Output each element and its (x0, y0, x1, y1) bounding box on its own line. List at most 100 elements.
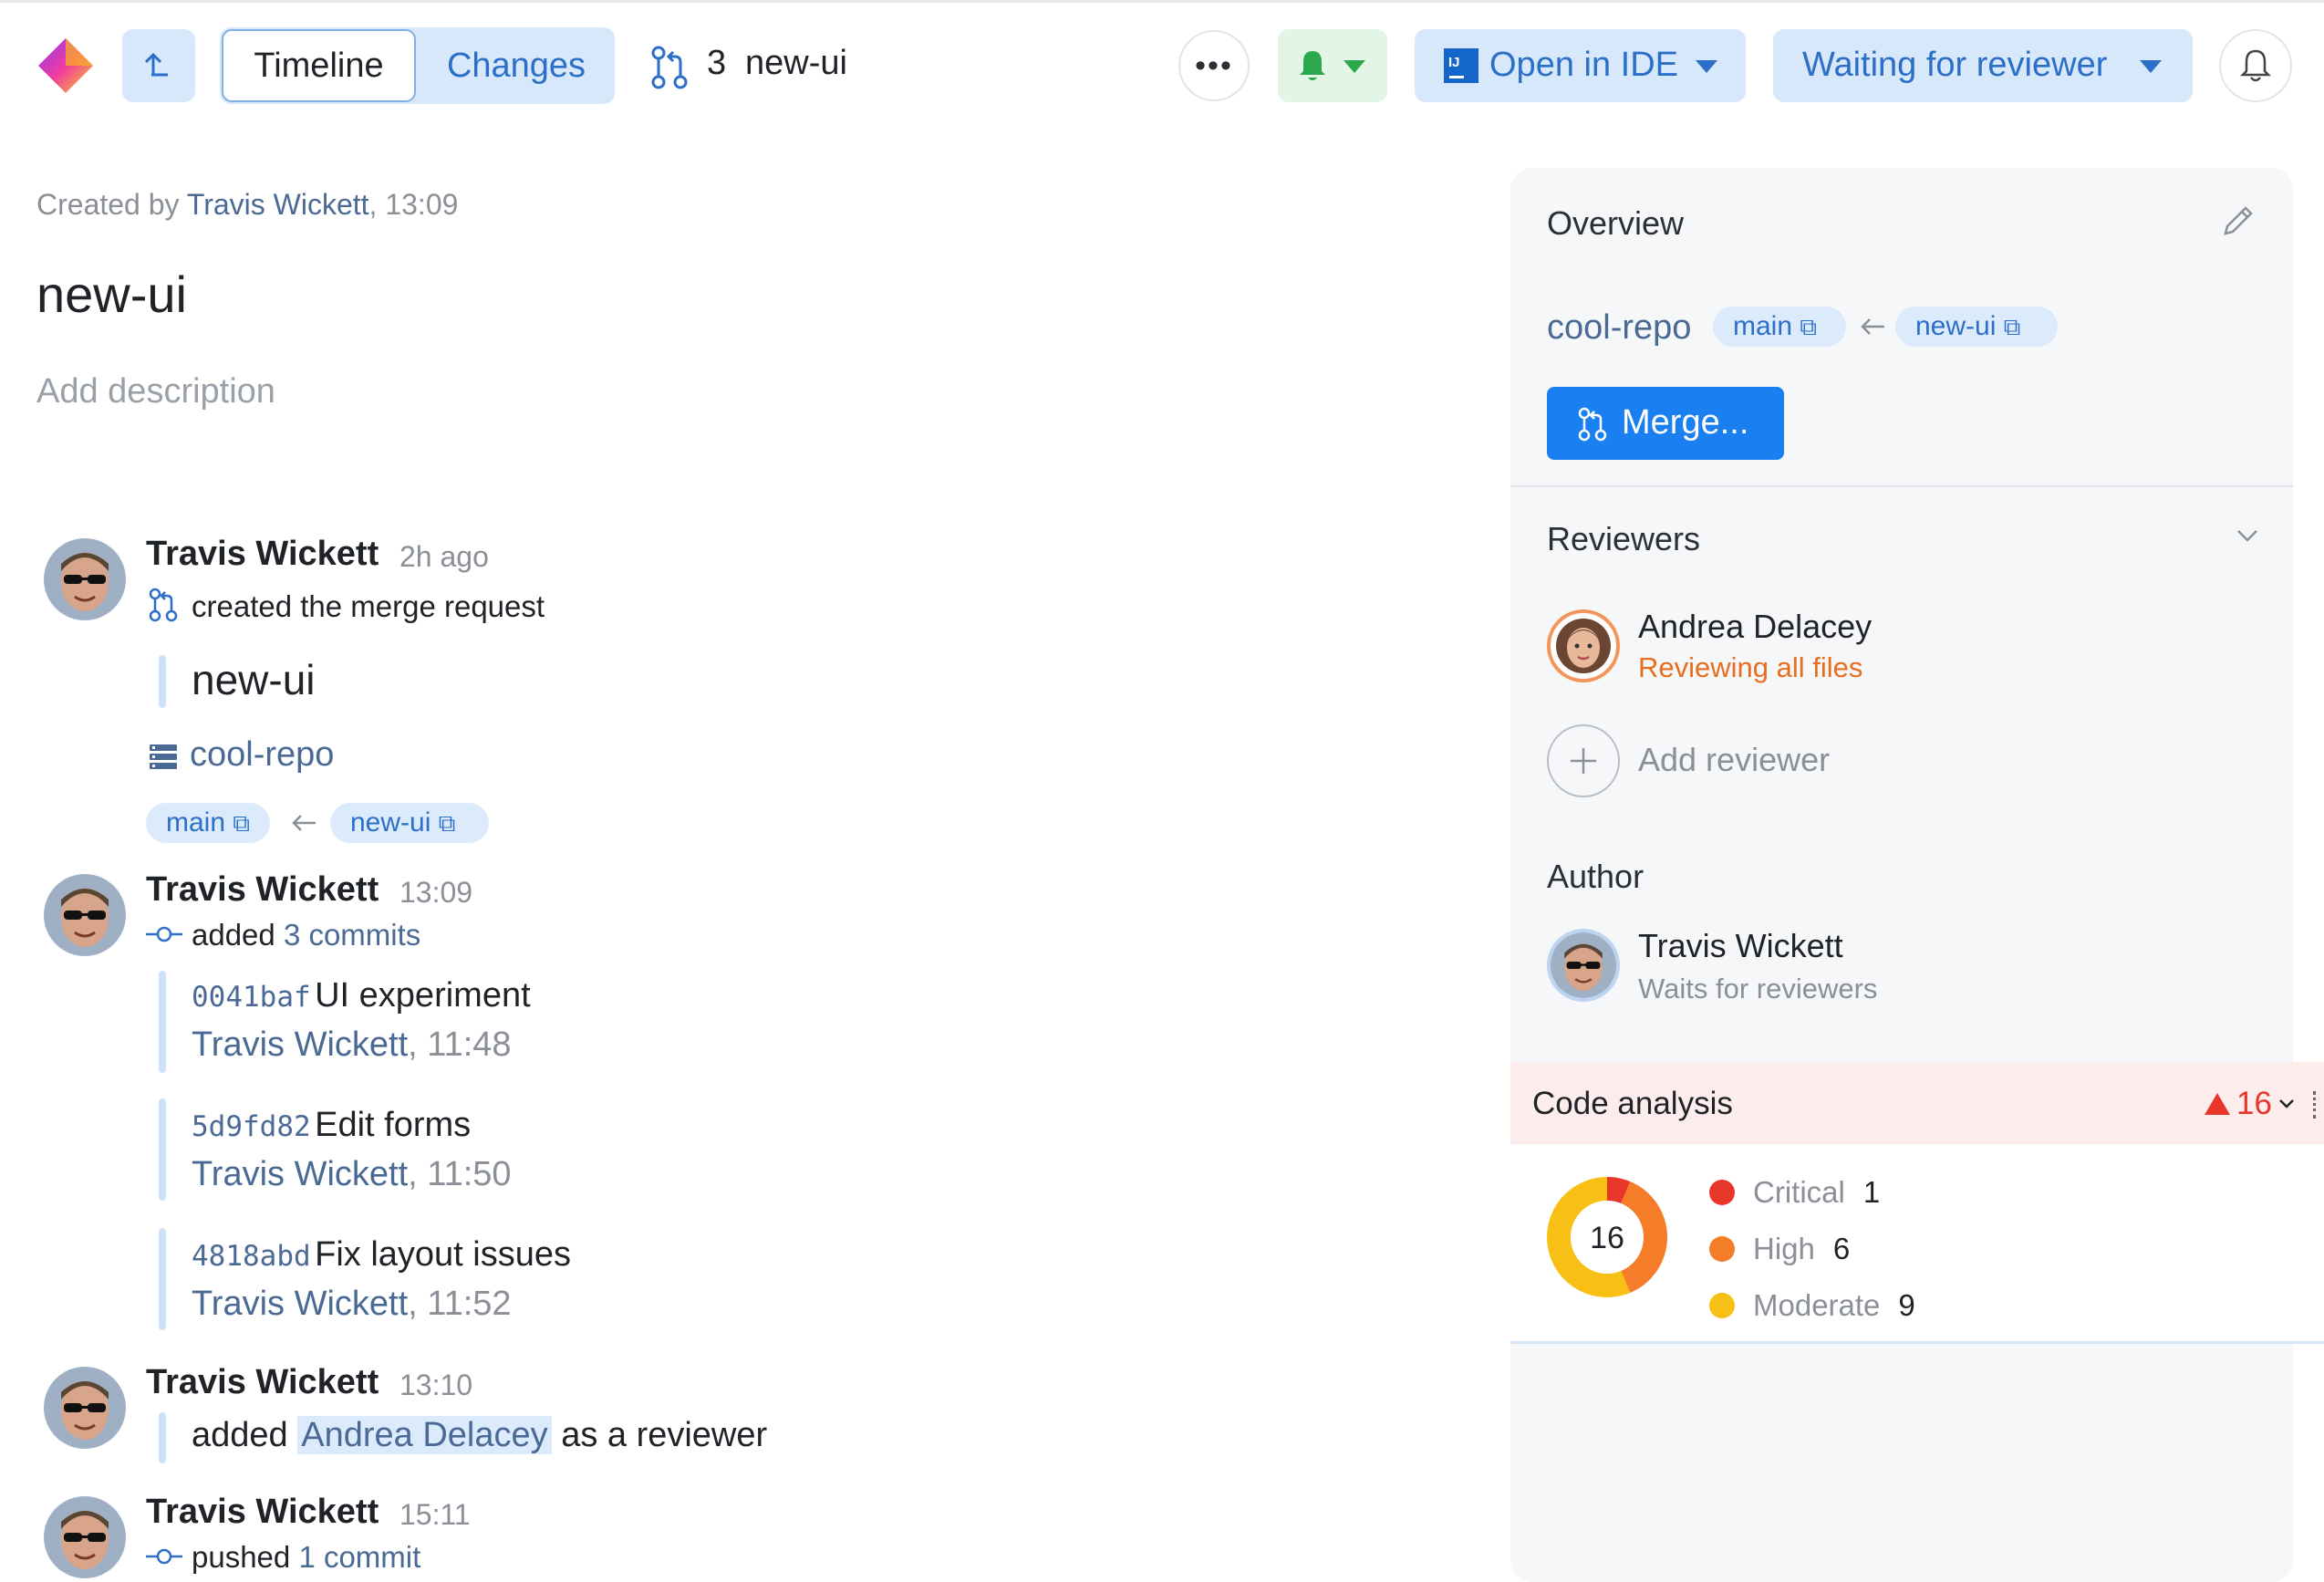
merge-button[interactable]: Merge... (1547, 387, 1784, 460)
commit-hash[interactable]: 0041baf (192, 981, 311, 1014)
quote-bar (159, 1098, 166, 1201)
commit-hash[interactable]: 5d9fd82 (192, 1110, 311, 1143)
commit-author-link[interactable]: Travis Wickett (192, 1025, 408, 1064)
commit-hash[interactable]: 4818abd (192, 1240, 311, 1273)
created-author-link[interactable]: Travis Wickett (187, 188, 369, 221)
warning-triangle-icon (2205, 1093, 2230, 1115)
commits-link[interactable]: 1 commit (298, 1540, 420, 1574)
merge-icon (1578, 407, 1607, 442)
source-branch-pill[interactable]: new-ui ⧉ (1895, 307, 2058, 347)
edit-pencil-icon[interactable] (2220, 203, 2257, 239)
quote-bar (159, 1228, 166, 1330)
commit-item[interactable]: 5d9fd82 Edit forms (192, 1106, 471, 1145)
reviewers-title: Reviewers (1547, 520, 1701, 557)
event-author[interactable]: Travis Wickett (146, 1493, 379, 1532)
target-branch-pill[interactable]: main ⧉ (146, 803, 270, 843)
notification-settings-button[interactable] (1278, 29, 1387, 102)
quote-bar (159, 1412, 166, 1463)
avatar[interactable] (44, 1496, 126, 1578)
merge-request-icon (149, 588, 178, 622)
event-action-text: pushed (192, 1540, 291, 1574)
legend-high: High 6 (1709, 1221, 1915, 1277)
legend-label: High (1753, 1232, 1815, 1265)
event-author[interactable]: Travis Wickett (146, 870, 379, 910)
copy-icon[interactable]: ⧉ (233, 809, 250, 837)
code-analysis-title: Code analysis (1532, 1086, 1733, 1121)
page-title[interactable]: new-ui (36, 265, 187, 324)
legend-value: 9 (1898, 1288, 1915, 1322)
commit-item[interactable]: 0041baf UI experiment (192, 976, 531, 1015)
copy-icon[interactable]: ⧉ (2004, 313, 2021, 340)
repo-link[interactable]: cool-repo (190, 735, 334, 775)
bell-filled-icon (1300, 51, 1325, 80)
merge-request-branch: new-ui (745, 44, 847, 82)
add-description[interactable]: Add description (36, 372, 275, 411)
critical-dot (1709, 1180, 1735, 1205)
repository-icon (150, 744, 177, 769)
more-actions-button[interactable]: ••• (1178, 30, 1250, 101)
avatar[interactable] (44, 1367, 126, 1449)
mr-title: new-ui (192, 656, 316, 703)
chevron-down-icon[interactable] (2235, 527, 2260, 544)
commit-author-link[interactable]: Travis Wickett (192, 1285, 408, 1323)
severity-legend: Critical 1 High 6 Moderate 9 (1709, 1164, 1915, 1334)
author-title: Author (1547, 858, 1644, 895)
commit-icon (146, 1548, 182, 1565)
more-icon: ••• (1195, 48, 1233, 83)
overview-repo-link[interactable]: cool-repo (1547, 308, 1691, 348)
created-by: Created by Travis Wickett, 13:09 (36, 188, 458, 222)
add-reviewer-button[interactable] (1547, 724, 1620, 797)
event-time: 13:10 (399, 1369, 473, 1401)
source-branch-label: new-ui (1915, 311, 1997, 341)
event-author[interactable]: Travis Wickett (146, 1363, 379, 1402)
tab-changes[interactable]: Changes (420, 29, 613, 102)
commit-time: , 11:50 (408, 1155, 512, 1193)
author-status: Waits for reviewers (1638, 973, 1878, 1004)
commit-message: UI experiment (315, 976, 531, 1015)
event-author[interactable]: Travis Wickett (146, 535, 379, 574)
target-branch-label: main (1733, 311, 1793, 341)
reviewer-status: Reviewing all files (1638, 651, 1863, 683)
donut-total: 16 (1590, 1221, 1624, 1255)
reviewer-name[interactable]: Andrea Delacey (1638, 608, 1872, 646)
commit-author-line: Travis Wickett, 11:48 (192, 1025, 512, 1065)
commit-item[interactable]: 4818abd Fix layout issues (192, 1235, 571, 1275)
reviewer-avatar[interactable] (1547, 609, 1620, 682)
issues-count-badge[interactable]: 16 (2204, 1086, 2296, 1122)
target-branch-pill[interactable]: main ⧉ (1713, 307, 1846, 347)
avatar[interactable] (44, 874, 126, 956)
arrow-left-icon (1861, 318, 1884, 335)
arrow-left-icon (292, 815, 316, 831)
go-up-button[interactable] (122, 29, 195, 102)
merge-request-icon (649, 46, 690, 89)
copy-icon[interactable]: ⧉ (1800, 313, 1817, 340)
event-action: pushed 1 commit (192, 1540, 420, 1575)
author-avatar[interactable] (1547, 929, 1620, 1002)
commit-author-line: Travis Wickett, 11:50 (192, 1155, 512, 1194)
top-border (0, 0, 2324, 3)
author-name[interactable]: Travis Wickett (1638, 927, 1843, 965)
bell-icon (2239, 49, 2272, 82)
quote-bar (159, 971, 166, 1073)
more-icon[interactable] (2313, 1091, 2324, 1119)
avatar[interactable] (44, 538, 126, 620)
source-branch-pill[interactable]: new-ui ⧉ (330, 803, 489, 843)
arrow-up-icon (144, 52, 168, 77)
add-reviewer-label[interactable]: Add reviewer (1638, 741, 1830, 779)
quote-bar (159, 655, 166, 708)
commits-link[interactable]: 3 commits (284, 918, 420, 952)
reviewer-added-text: added Andrea Delacey as a reviewer (192, 1416, 767, 1455)
commit-author-link[interactable]: Travis Wickett (192, 1155, 408, 1193)
tab-timeline[interactable]: Timeline (222, 29, 416, 102)
reviewer-mention[interactable]: Andrea Delacey (297, 1416, 552, 1454)
notifications-button[interactable] (2219, 29, 2292, 102)
chevron-down-icon (2279, 1099, 2294, 1108)
overview-title: Overview (1547, 204, 1685, 242)
status-dropdown[interactable]: Waiting for reviewer (1773, 29, 2193, 102)
open-in-ide-button[interactable]: IJ Open in IDE (1415, 29, 1746, 102)
app-logo-icon[interactable] (36, 36, 95, 95)
copy-icon[interactable]: ⧉ (439, 809, 456, 837)
high-dot (1709, 1236, 1735, 1262)
open-in-ide-label: Open in IDE (1489, 46, 1678, 84)
event-time: 13:09 (399, 876, 473, 909)
